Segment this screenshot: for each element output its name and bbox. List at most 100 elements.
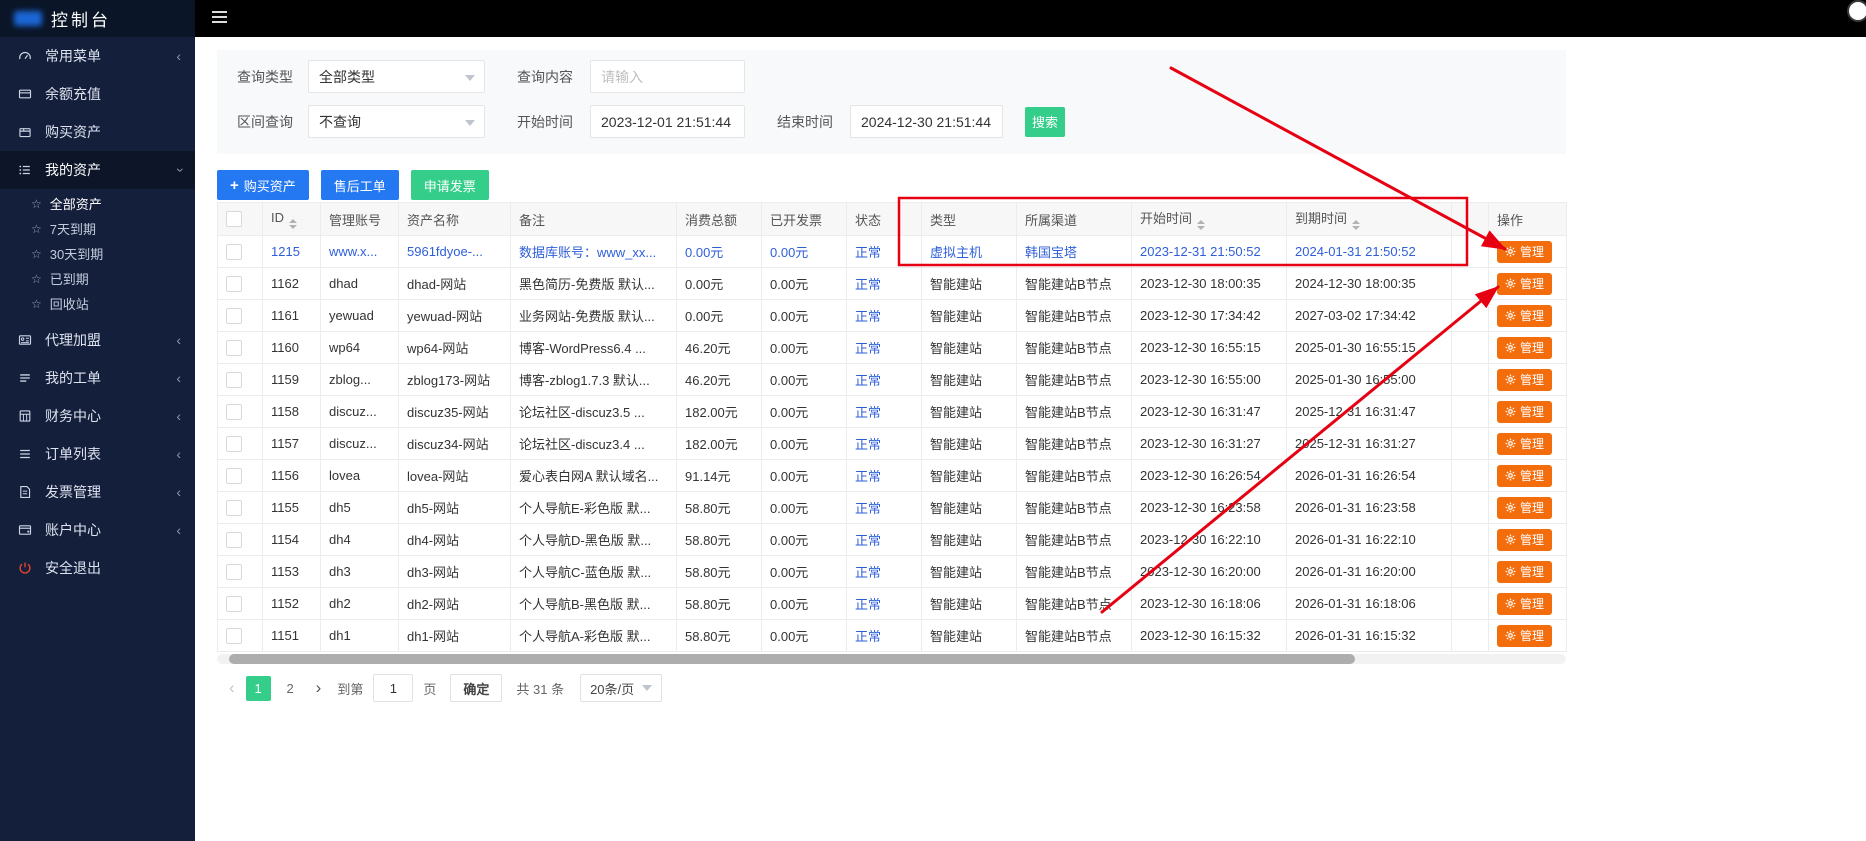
sidebar-item-common-menu[interactable]: 常用菜单‹ [0,37,195,75]
page-button-1[interactable]: 1 [246,676,271,701]
cell-remark: 数据库账号：www_xx... [511,236,677,268]
sidebar-item-agent-join[interactable]: 代理加盟‹ [0,321,195,359]
cell-start: 2023-12-30 16:31:47 [1132,396,1287,428]
range-query-select[interactable]: 不查询 [308,105,485,138]
manage-button[interactable]: 管理 [1497,561,1552,583]
manage-button[interactable]: 管理 [1497,241,1552,263]
cell-remark: 个人导航A-彩色版 默... [511,620,677,652]
buy-assets-label: 购买资产 [244,176,296,195]
sidebar-item-order-list[interactable]: 订单列表‹ [0,435,195,473]
sidebar-item-invoice-management[interactable]: 发票管理‹ [0,473,195,511]
cell-asset: yewuad-网站 [399,300,511,332]
row-checkbox[interactable] [226,276,242,292]
sidebar-item-my-assets[interactable]: 我的资产‹ [0,151,195,189]
row-checkbox[interactable] [226,436,242,452]
row-checkbox[interactable] [226,372,242,388]
cell-start: 2023-12-31 21:50:52 [1132,236,1287,268]
cell-account: wp64 [321,332,399,364]
cell-total: 58.80元 [677,556,762,588]
search-button[interactable]: 搜索 [1025,107,1065,137]
manage-button[interactable]: 管理 [1497,273,1552,295]
per-page-select[interactable]: 20条/页 [580,674,662,702]
column-header-channel: 所属渠道 [1017,203,1132,236]
sidebar-subitem-3[interactable]: ☆30天到期 [0,241,195,266]
column-header-id[interactable]: ID [263,203,321,236]
cell-total: 0.00元 [677,268,762,300]
manage-button[interactable]: 管理 [1497,625,1552,647]
next-page-button[interactable]: › [316,678,322,698]
status-badge: 正常 [855,341,881,356]
sidebar-subitem-label: 7天到期 [50,219,96,238]
row-checkbox[interactable] [226,532,242,548]
sidebar-item-logout[interactable]: 安全退出 [0,549,195,587]
box-icon [18,125,38,139]
horizontal-scrollbar[interactable] [217,654,1566,664]
cell-remark: 黑色简历-免费版 默认... [511,268,677,300]
sort-icon[interactable] [289,219,297,229]
manage-button[interactable]: 管理 [1497,305,1552,327]
row-checkbox[interactable] [226,404,242,420]
buy-assets-button[interactable]: + 购买资产 [217,170,309,200]
manage-button[interactable]: 管理 [1497,529,1552,551]
goto-page-input[interactable] [373,674,413,702]
query-content-input[interactable] [590,60,745,93]
row-checkbox[interactable] [226,564,242,580]
sort-icon[interactable] [1352,220,1360,230]
column-header-total: 消费总额 [677,203,762,236]
prev-page-button[interactable]: ‹ [229,678,235,698]
sidebar-item-my-tickets[interactable]: 我的工单 ‹ [0,359,195,397]
cell-remark: 个人导航C-蓝色版 默... [511,556,677,588]
query-type-select[interactable]: 全部类型 [308,60,485,93]
cell-op: 管理 [1489,332,1567,364]
row-checkbox[interactable] [226,628,242,644]
cell-filler [1452,460,1489,492]
manage-button[interactable]: 管理 [1497,401,1552,423]
cell-op: 管理 [1489,364,1567,396]
cell-type: 智能建站 [922,556,1017,588]
cell-asset: dh4-网站 [399,524,511,556]
chevron-left-icon: ‹ [176,523,181,537]
manage-button[interactable]: 管理 [1497,337,1552,359]
column-header-expire[interactable]: 到期时间 [1287,203,1452,236]
row-checkbox[interactable] [226,468,242,484]
cell-checkbox [218,396,263,428]
column-header-start[interactable]: 开始时间 [1132,203,1287,236]
aftersale-ticket-button[interactable]: 售后工单 [321,170,399,200]
apply-invoice-button[interactable]: 申请发票 [411,170,489,200]
sidebar-item-balance-recharge[interactable]: 余额充值 [0,75,195,113]
sidebar-subitem-1[interactable]: ☆全部资产 [0,191,195,216]
chevron-down-icon [465,75,475,81]
sidebar-subitem-5[interactable]: ☆回收站 [0,291,195,316]
hamburger-menu-icon[interactable] [212,11,227,26]
user-avatar[interactable] [1847,0,1866,22]
row-checkbox[interactable] [226,500,242,516]
sort-icon[interactable] [1197,220,1205,230]
row-checkbox[interactable] [226,596,242,612]
sidebar-subitem-4[interactable]: ☆已到期 [0,266,195,291]
sidebar-item-account-center[interactable]: 账户中心‹ [0,511,195,549]
cell-channel: 智能建站B节点 [1017,300,1132,332]
row-checkbox[interactable] [226,244,242,260]
manage-button[interactable]: 管理 [1497,433,1552,455]
row-checkbox[interactable] [226,308,242,324]
row-checkbox[interactable] [226,340,242,356]
status-badge: 正常 [855,501,881,516]
select-all-checkbox[interactable] [226,211,242,227]
sidebar-item-label: 我的工单 [45,368,101,388]
column-label: 开始时间 [1140,211,1192,226]
cell-status: 正常 [847,332,922,364]
sidebar-item-buy-assets[interactable]: 购买资产 [0,113,195,151]
end-time-input[interactable] [850,105,1003,138]
sidebar-item-finance-center[interactable]: 财务中心‹ [0,397,195,435]
manage-button[interactable]: 管理 [1497,369,1552,391]
scrollbar-thumb[interactable] [229,654,1355,664]
goto-confirm-button[interactable]: 确定 [450,674,502,702]
page-button-2[interactable]: 2 [278,676,303,701]
sidebar-subitem-2[interactable]: ☆7天到期 [0,216,195,241]
cell-channel: 智能建站B节点 [1017,396,1132,428]
manage-button[interactable]: 管理 [1497,497,1552,519]
chevron-left-icon: ‹ [176,371,181,385]
start-time-input[interactable] [590,105,745,138]
manage-button[interactable]: 管理 [1497,465,1552,487]
manage-button[interactable]: 管理 [1497,593,1552,615]
